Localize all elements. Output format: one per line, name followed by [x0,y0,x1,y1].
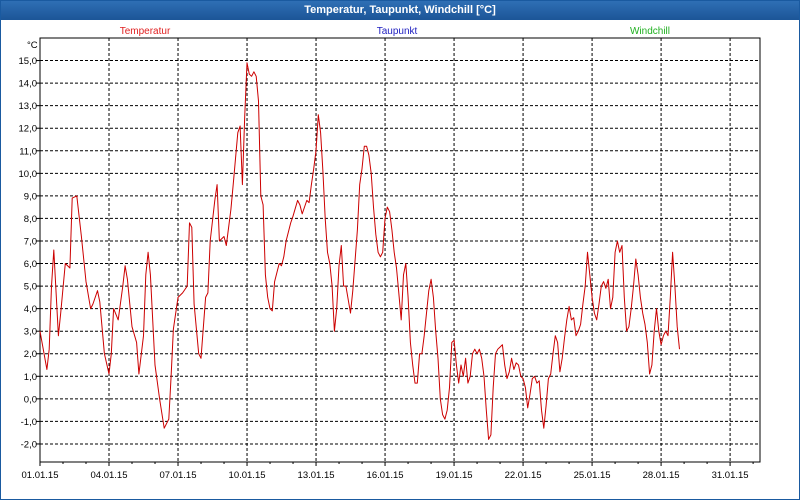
y-tick-label: 4,0 [24,304,37,315]
y-axis: 15,0 14,0 13,0 12,0 11,0 10,0 9,0 8,0 7,0 6,0 5,0 4… [19,56,40,450]
y-tick-label: 15,0 [19,56,38,67]
y-tick-label: 1,0 [24,372,37,383]
y-tick-label: 6,0 [24,259,37,270]
y-tick-label: 2,0 [24,349,37,360]
y-tick-label: 12,0 [19,124,38,135]
y-tick-label: 5,0 [24,282,37,293]
x-tick-label: 01.01.15 [22,470,59,481]
x-tick-label: 04.01.15 [91,470,128,481]
y-tick-label: 0,0 [24,394,37,405]
x-tick-label: 13.01.15 [298,470,335,481]
y-tick-label: 10,0 [19,169,38,180]
x-tick-label: 25.01.15 [574,470,611,481]
y-tick-label: -2,0 [21,439,37,450]
x-tick-label: 10.01.15 [229,470,266,481]
y-tick-label: 14,0 [19,79,38,90]
y-tick-label: 9,0 [24,191,37,202]
y-tick-label: 11,0 [19,146,37,157]
legend-item-windchill: Windchill [630,26,670,37]
y-tick-label: 8,0 [24,214,37,225]
legend: Temperatur Taupunkt Windchill [120,26,670,37]
y-tick-label: 3,0 [24,327,37,338]
x-tick-label: 22.01.15 [505,470,542,481]
x-axis: 01.01.15 04.01.15 07.01.15 10.01.15 13.01.15… [22,462,754,481]
legend-item-taupunkt: Taupunkt [377,26,418,37]
x-tick-label: 19.01.15 [436,470,473,481]
x-tick-label: 16.01.15 [367,470,404,481]
y-tick-label: 13,0 [19,101,38,112]
x-tick-label: 07.01.15 [160,470,197,481]
x-tick-label: 28.01.15 [643,470,680,481]
temperature-chart: 15,0 14,0 13,0 12,0 11,0 10,0 9,0 8,0 7,0 6,0 5,0 4… [19,26,761,481]
y-tick-label: -1,0 [21,417,37,428]
y-tick-label: 7,0 [24,236,37,247]
x-tick-label: 31.01.15 [712,470,749,481]
y-axis-unit-label: °C [27,40,38,51]
legend-item-temperatur: Temperatur [120,26,171,37]
